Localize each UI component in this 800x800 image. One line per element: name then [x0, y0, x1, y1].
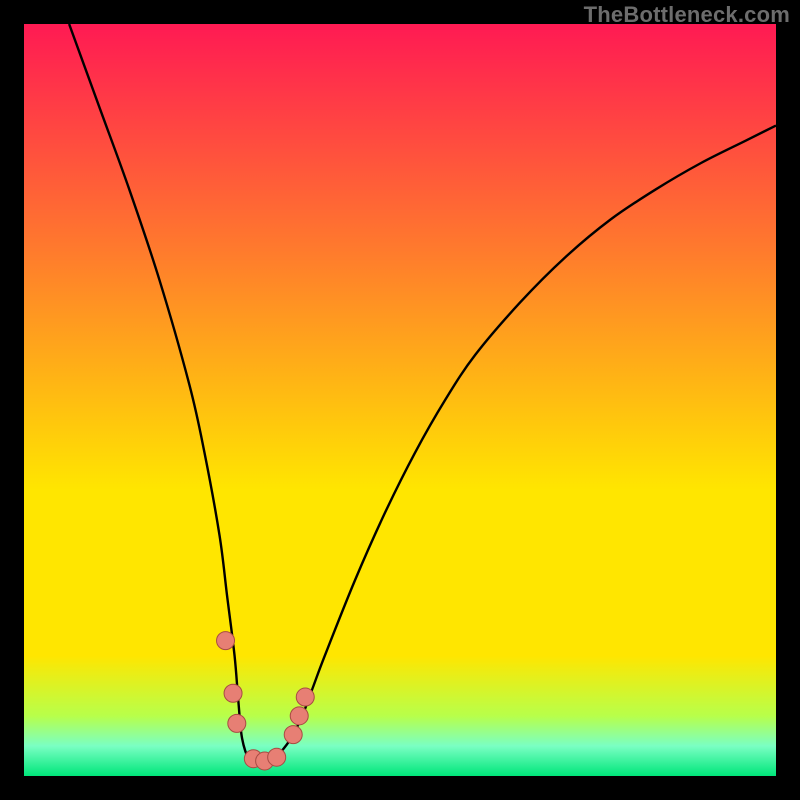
curve-layer — [24, 24, 776, 776]
curve-marker — [284, 726, 302, 744]
chart-frame: TheBottleneck.com — [0, 0, 800, 800]
plot-area — [24, 24, 776, 776]
curve-marker — [296, 688, 314, 706]
curve-marker — [224, 684, 242, 702]
curve-markers — [217, 632, 315, 770]
curve-marker — [228, 714, 246, 732]
bottleneck-curve — [69, 24, 776, 765]
curve-marker — [290, 707, 308, 725]
curve-marker — [268, 748, 286, 766]
watermark-text: TheBottleneck.com — [584, 2, 790, 28]
curve-marker — [217, 632, 235, 650]
